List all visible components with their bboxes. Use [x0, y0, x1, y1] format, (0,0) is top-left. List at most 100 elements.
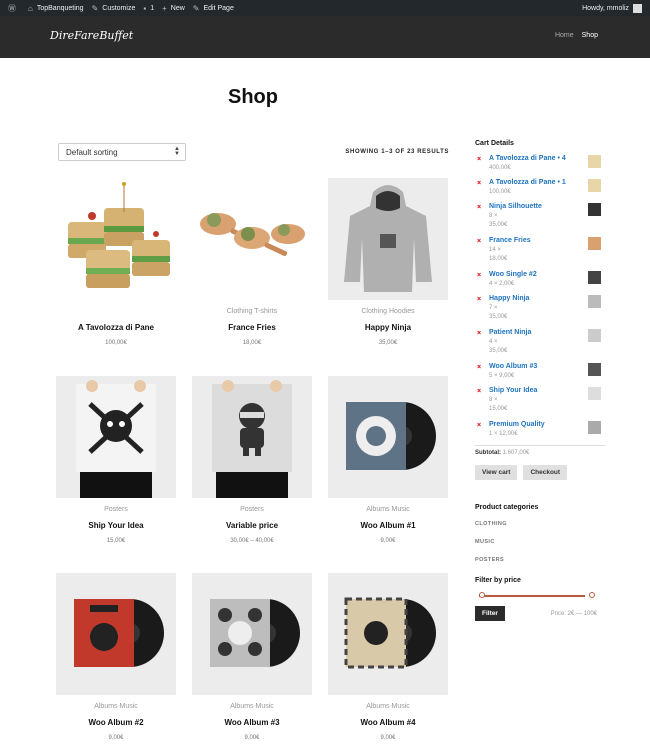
- product-name[interactable]: A Tavolozza di Pane: [56, 323, 176, 332]
- price-slider-max-handle[interactable]: [589, 592, 595, 598]
- product-card[interactable]: Clothing T-shirts France Fries 18,00€: [192, 178, 312, 346]
- product-image[interactable]: [192, 178, 312, 300]
- product-name[interactable]: Happy Ninja: [328, 323, 448, 332]
- site-logo[interactable]: DireFareBuffet: [50, 29, 133, 42]
- product-card[interactable]: Clothing Hoodies Happy Ninja 35,00€: [328, 178, 448, 346]
- comments-link[interactable]: ▪ 1: [143, 0, 154, 16]
- wordpress-menu[interactable]: Ⓦ: [8, 0, 20, 16]
- result-count: SHOWING 1–3 OF 23 RESULTS: [345, 149, 449, 155]
- product-price: 9,00€: [244, 735, 260, 741]
- product-image[interactable]: [328, 178, 448, 300]
- cart-item: × Woo Album #3 5 × 9,00€: [475, 363, 605, 387]
- cart-thumbnail: [588, 387, 601, 400]
- category-link-music[interactable]: MUSIC: [475, 539, 605, 545]
- categories-title: Product categories: [475, 504, 539, 511]
- cart-item: × Patient Ninja 4 × 35,00€: [475, 329, 605, 363]
- product-name[interactable]: Woo Album #4: [328, 718, 448, 727]
- product-image[interactable]: [56, 178, 176, 300]
- remove-icon[interactable]: ×: [477, 156, 481, 163]
- cart-thumbnail: [588, 329, 601, 342]
- product-categories-widget: Product categories CLOTHING MUSIC POSTER…: [475, 504, 605, 563]
- cart-list: × A Tavolozza di Pane • 4 400,00€ × A Ta…: [475, 155, 605, 443]
- nav-home[interactable]: Home: [555, 32, 574, 39]
- home-icon: ⌂: [28, 3, 33, 13]
- product-card[interactable]: Albums Music Woo Album #2 9,00€: [56, 573, 176, 741]
- product-image[interactable]: [56, 376, 176, 498]
- site-name-link[interactable]: ⌂ TopBanqueting: [28, 0, 84, 16]
- price-range-label: Price: 2€ — 100€: [550, 610, 597, 617]
- cart-thumbnail: [588, 237, 601, 250]
- comment-icon: ▪: [143, 3, 147, 13]
- cart-item: × France Fries 14 × 18,00€: [475, 237, 605, 271]
- customize-link[interactable]: ✎ Customize: [92, 0, 136, 16]
- product-card[interactable]: Posters Variable price 30,00€ – 40,00€: [192, 376, 312, 544]
- product-category: Posters: [104, 506, 128, 513]
- nav-shop[interactable]: Shop: [582, 32, 598, 39]
- remove-icon[interactable]: ×: [477, 204, 481, 211]
- plus-icon: +: [162, 3, 167, 13]
- cart-subtotal: Subtotal: 1.607,00€: [475, 445, 605, 456]
- filter-title: Filter by price: [475, 577, 521, 584]
- price-slider-range: [479, 595, 585, 597]
- product-category: Albums Music: [230, 703, 274, 710]
- category-link-posters[interactable]: POSTERS: [475, 557, 605, 563]
- product-card[interactable]: A Tavolozza di Pane 100,00€: [56, 178, 176, 346]
- product-name[interactable]: France Fries: [192, 323, 312, 332]
- edit-page-link[interactable]: ✎ Edit Page: [193, 0, 234, 16]
- cart-thumbnail: [588, 421, 601, 434]
- product-image[interactable]: [192, 573, 312, 695]
- wordpress-icon: Ⓦ: [8, 3, 16, 13]
- product-category: Clothing Hoodies: [361, 308, 415, 315]
- remove-icon[interactable]: ×: [477, 364, 481, 371]
- sorting-select[interactable]: Default sorting ▲ ▼: [58, 143, 186, 161]
- price-slider[interactable]: [475, 592, 595, 600]
- price-slider-min-handle[interactable]: [479, 592, 485, 598]
- remove-icon[interactable]: ×: [477, 330, 481, 337]
- brush-icon: ✎: [91, 3, 99, 13]
- product-card[interactable]: Albums Music Woo Album #1 9,00€: [328, 376, 448, 544]
- cart-thumbnail: [588, 271, 601, 284]
- remove-icon[interactable]: ×: [477, 272, 481, 279]
- filter-button[interactable]: Filter: [475, 606, 505, 621]
- product-category: Albums Music: [366, 506, 410, 513]
- product-card[interactable]: Albums Music Woo Album #3 9,00€: [192, 573, 312, 741]
- product-card[interactable]: Albums Music Woo Album #4 9,00€: [328, 573, 448, 741]
- main-nav: Home Shop: [555, 32, 598, 39]
- product-name[interactable]: Ship Your Idea: [56, 521, 176, 530]
- remove-icon[interactable]: ×: [477, 296, 481, 303]
- product-name[interactable]: Woo Album #3: [192, 718, 312, 727]
- product-category: Albums Music: [94, 703, 138, 710]
- product-category: Posters: [240, 506, 264, 513]
- account-menu[interactable]: Howdy, mmoliz: [582, 3, 642, 13]
- product-category: Clothing T-shirts: [226, 308, 278, 315]
- product-card[interactable]: Posters Ship Your Idea 15,00€: [56, 376, 176, 544]
- cart-title: Cart Details: [475, 140, 514, 147]
- cart-thumbnail: [588, 203, 601, 216]
- view-cart-button[interactable]: View cart: [475, 465, 518, 480]
- remove-icon[interactable]: ×: [477, 180, 481, 187]
- product-image[interactable]: [328, 573, 448, 695]
- product-price: 30,00€ – 40,00€: [230, 538, 274, 544]
- product-price: 9,00€: [380, 735, 396, 741]
- product-price: 15,00€: [106, 538, 126, 544]
- product-name[interactable]: Woo Album #1: [328, 521, 448, 530]
- select-arrows-icon: ▲ ▼: [174, 146, 180, 157]
- category-link-clothing[interactable]: CLOTHING: [475, 521, 605, 527]
- product-price: 9,00€: [380, 538, 396, 544]
- cart-item: × Woo Single #2 4 × 2,00€: [475, 271, 605, 295]
- remove-icon[interactable]: ×: [477, 388, 481, 395]
- product-name[interactable]: Woo Album #2: [56, 718, 176, 727]
- product-price: 35,00€: [378, 340, 398, 346]
- cart-thumbnail: [588, 155, 601, 168]
- product-name[interactable]: Variable price: [192, 521, 312, 530]
- product-image[interactable]: [328, 376, 448, 498]
- cart-thumbnail: [588, 295, 601, 308]
- remove-icon[interactable]: ×: [477, 238, 481, 245]
- product-image[interactable]: [56, 573, 176, 695]
- new-content-link[interactable]: + New: [162, 0, 185, 16]
- remove-icon[interactable]: ×: [477, 422, 481, 429]
- product-price: 9,00€: [108, 735, 124, 741]
- checkout-button[interactable]: Checkout: [523, 465, 568, 480]
- product-image[interactable]: [192, 376, 312, 498]
- cart-item: × Premium Quality 1 × 12,00€: [475, 421, 605, 443]
